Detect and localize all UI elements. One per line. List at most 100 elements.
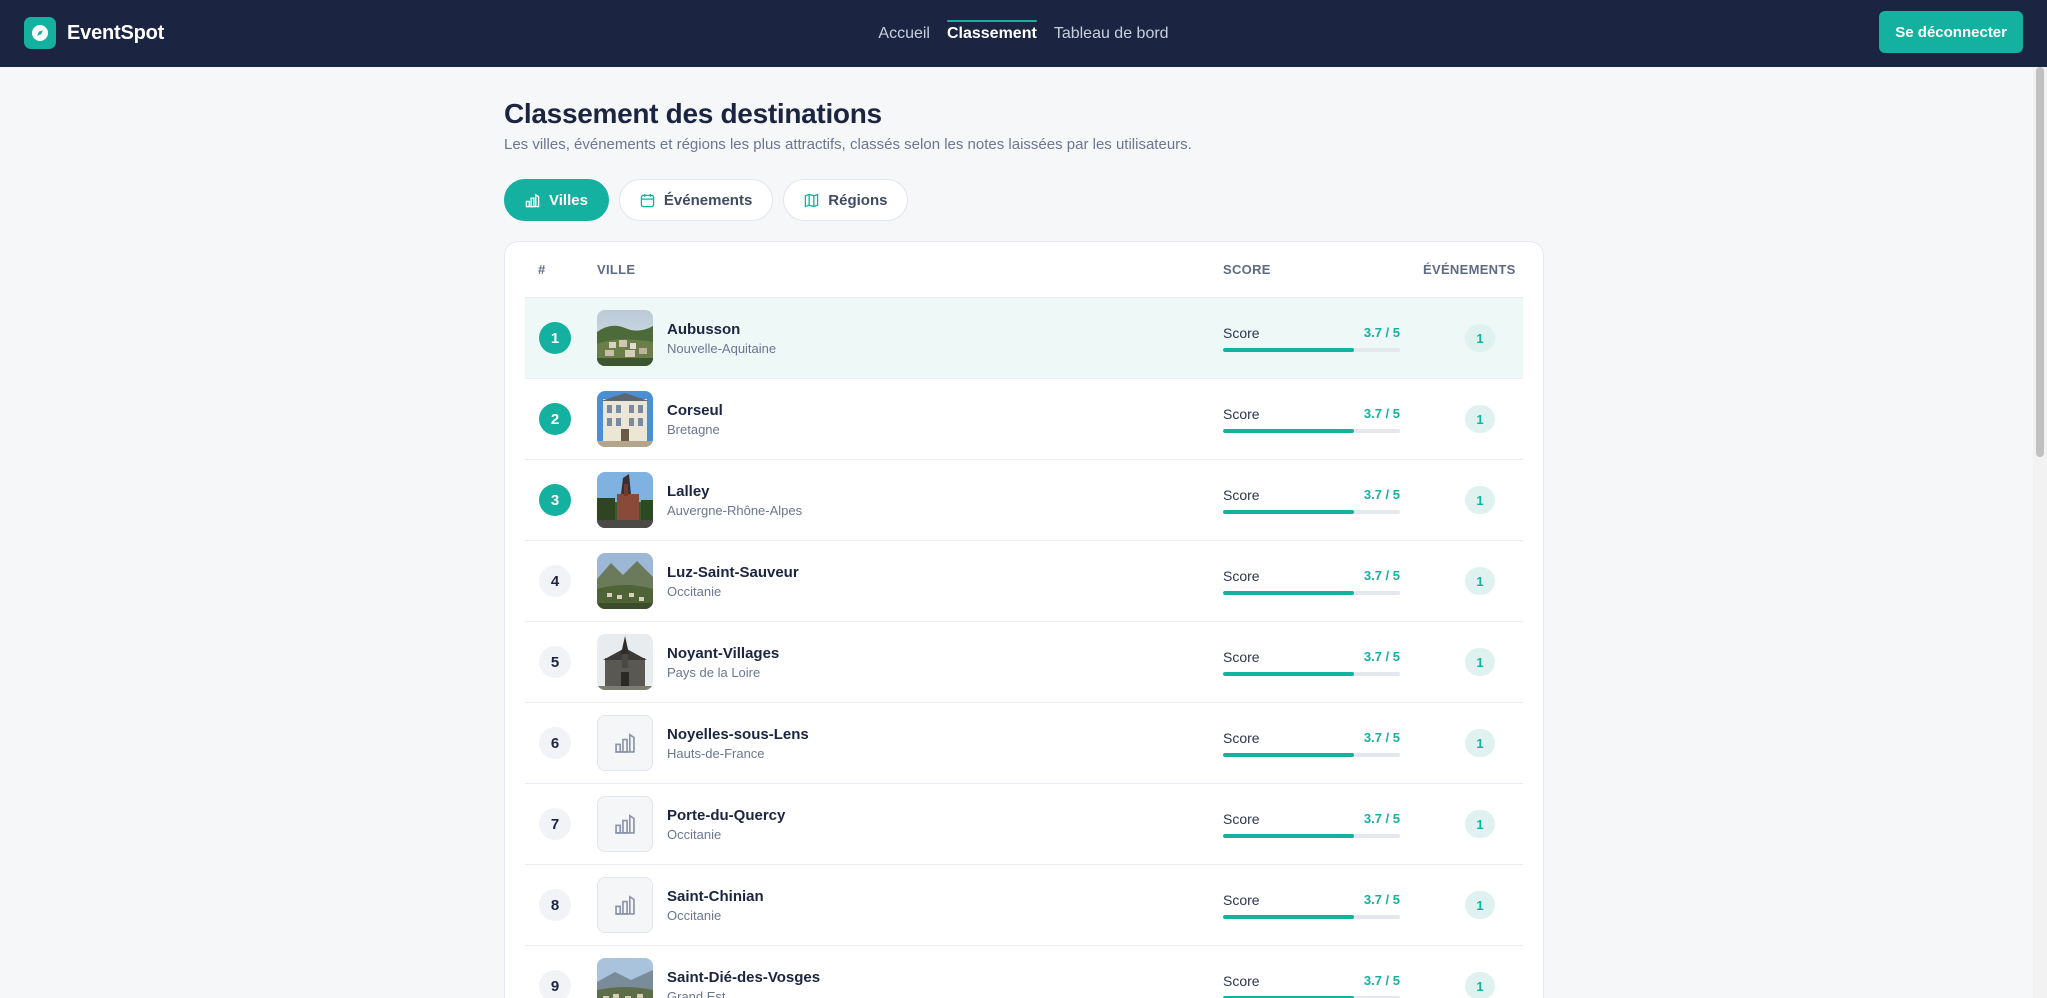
score-cell: Score 3.7 / 5 [1223,487,1423,514]
city-region: Grand Est [667,988,726,998]
score-label: Score [1223,324,1260,341]
events-count-badge: 1 [1465,324,1495,352]
score-label: Score [1223,972,1260,989]
events-count-badge: 1 [1465,729,1495,757]
main-content: Classement des destinations Les villes, … [504,67,1544,998]
city-name[interactable]: Corseul [667,402,723,419]
nav-link-classement[interactable]: Classement [946,17,1037,51]
city-region: Occitanie [667,826,722,842]
score-value: 3.7 / 5 [1363,810,1400,826]
score-value: 3.7 / 5 [1363,729,1400,745]
table-row[interactable]: 1 Aubusson Nouvelle-Aquitaine Score 3.7 /… [525,298,1523,379]
table-row[interactable]: 6 Noyelles-sous-Lens Hauts-de-France Sco… [525,703,1523,784]
city-name[interactable]: Saint-Dié-des-Vosges [667,969,820,986]
score-label: Score [1223,810,1260,827]
score-value: 3.7 / 5 [1363,972,1400,988]
score-progress-bar [1223,914,1400,919]
score-progress-bar [1223,590,1400,595]
tab-label: Régions [828,191,888,209]
events-count-badge: 1 [1465,810,1495,838]
city-name[interactable]: Porte-du-Quercy [667,807,785,824]
rank-badge: 9 [539,970,571,998]
events-count-badge: 1 [1465,567,1495,595]
city-name[interactable]: Aubusson [667,321,776,338]
score-label: Score [1223,567,1260,584]
score-progress-bar [1223,347,1400,352]
table-row[interactable]: 7 Porte-du-Quercy Occitanie Score 3.7 / 5… [525,784,1523,865]
ranking-table: # VILLE SCORE ÉVÉNEMENTS 1 Aubusson Nouv… [504,241,1544,998]
page-subtitle: Les villes, événements et régions les pl… [504,136,1192,153]
city-name[interactable]: Noyelles-sous-Lens [667,726,809,743]
events-count-badge: 1 [1465,405,1495,433]
table-row[interactable]: 4 Luz-Saint-Sauveur Occitanie Score 3.7 /… [525,541,1523,622]
score-progress-bar [1223,752,1400,757]
score-value: 3.7 / 5 [1363,891,1400,907]
city-region: Occitanie [667,907,722,923]
top-navbar: EventSpot Accueil Classement Tableau de … [0,0,2047,67]
city-region: Auvergne-Rhône-Alpes [667,502,803,518]
score-progress-bar [1223,671,1400,676]
column-header-rank: # [538,262,546,277]
score-progress-bar [1223,833,1400,838]
events-count-badge: 1 [1465,486,1495,514]
city-region: Bretagne [667,421,720,437]
map-icon [804,192,819,208]
page-scrollbar[interactable] [2033,67,2047,998]
nav-link-accueil[interactable]: Accueil [878,17,930,51]
score-cell: Score 3.7 / 5 [1223,892,1423,919]
table-row[interactable]: 5 Noyant-Villages Pays de la Loire Score… [525,622,1523,703]
score-cell: Score 3.7 / 5 [1223,649,1423,676]
score-value: 3.7 / 5 [1363,324,1400,340]
city-name[interactable]: Noyant-Villages [667,645,779,662]
city-name[interactable]: Saint-Chinian [667,888,764,905]
score-cell: Score 3.7 / 5 [1223,811,1423,838]
city-photo [597,553,653,609]
logout-button[interactable]: Se déconnecter [1879,11,2023,53]
table-row[interactable]: 3 Lalley Auvergne-Rhône-Alpes Score 3.7 /… [525,460,1523,541]
rank-badge: 3 [539,484,571,516]
city-photo [597,958,653,998]
table-row[interactable]: 9 Saint-Dié-des-Vosges Grand Est Score 3.… [525,946,1523,998]
scrollbar-thumb[interactable] [2036,67,2044,457]
rank-badge: 5 [539,646,571,678]
score-label: Score [1223,729,1260,746]
brand[interactable]: EventSpot [24,17,164,49]
rank-badge: 2 [539,403,571,435]
rank-badge: 6 [539,727,571,759]
tab-evenements[interactable]: Événements [618,179,774,221]
rank-badge: 1 [539,322,571,354]
chart-bar-icon [525,193,540,208]
table-row[interactable]: 2 Corseul Bretagne Score 3.7 / 5 1 [525,379,1523,460]
events-count-badge: 1 [1465,972,1495,998]
score-value: 3.7 / 5 [1363,567,1400,583]
score-value: 3.7 / 5 [1363,648,1400,664]
city-name[interactable]: Lalley [667,483,802,500]
score-value: 3.7 / 5 [1363,405,1400,421]
column-header-score: SCORE [1223,262,1271,277]
score-label: Score [1223,648,1260,665]
score-progress-bar [1223,509,1400,514]
tab-villes[interactable]: Villes [504,179,609,221]
score-label: Score [1223,486,1260,503]
city-region: Occitanie [667,583,722,599]
city-region: Pays de la Loire [667,664,761,680]
score-value: 3.7 / 5 [1363,486,1400,502]
calendar-icon [640,193,655,208]
rank-badge: 7 [539,808,571,840]
rank-badge: 8 [539,889,571,921]
score-progress-bar [1223,428,1400,433]
city-name[interactable]: Luz-Saint-Sauveur [667,564,799,581]
tab-label: Villes [549,191,588,209]
ranking-tabs: Villes Événements Régions [504,179,1544,221]
brand-name: EventSpot [67,21,165,44]
city-photo [597,472,653,528]
city-photo [597,391,653,447]
column-header-events: ÉVÉNEMENTS [1423,262,1516,277]
table-row[interactable]: 8 Saint-Chinian Occitanie Score 3.7 / 5 1 [525,865,1523,946]
city-photo [597,634,653,690]
city-region: Hauts-de-France [667,745,765,761]
compass-icon [24,17,56,49]
tab-regions[interactable]: Régions [783,179,909,221]
nav-link-tableau-de-bord[interactable]: Tableau de bord [1054,17,1169,51]
tab-label: Événements [663,191,753,209]
